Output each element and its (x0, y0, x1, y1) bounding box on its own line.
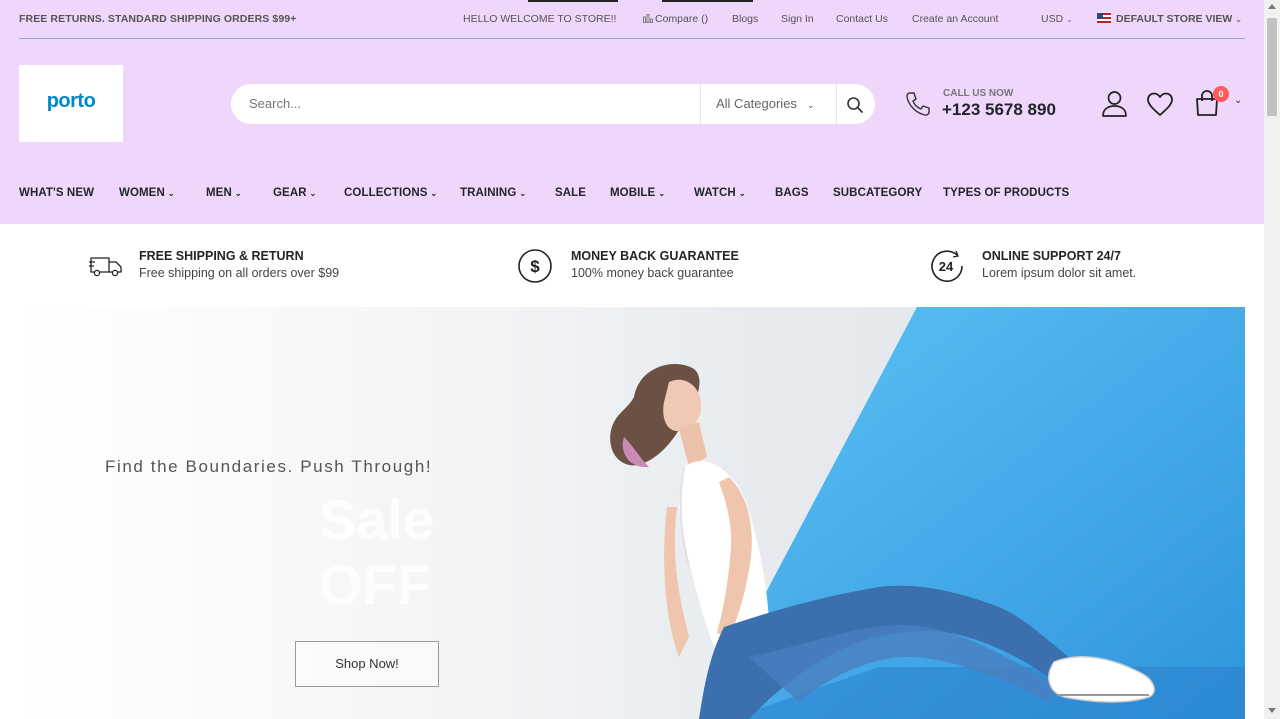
compare-icon (643, 14, 653, 23)
chevron-down-icon: ⌄ (738, 189, 746, 198)
us-flag-icon (1097, 13, 1111, 23)
top-bar: FREE RETURNS. STANDARD SHIPPING ORDERS $… (19, 0, 1245, 39)
nav-label: MOBILE (610, 187, 656, 199)
divider (700, 84, 701, 124)
info-strip: FREE SHIPPING & RETURN Free shipping on … (0, 224, 1264, 307)
nav-label: WHAT'S NEW (19, 187, 95, 199)
compare-label: Compare () (655, 13, 709, 25)
info-title: ONLINE SUPPORT 24/7 (982, 249, 1121, 263)
top-accent-bar (662, 0, 753, 2)
nav-item-sale[interactable]: SALE (555, 187, 586, 199)
nav-label: COLLECTIONS (344, 187, 428, 199)
chevron-down-icon: ⌄ (234, 189, 242, 198)
divider (836, 84, 837, 124)
nav-label: WOMEN (119, 187, 165, 199)
search-input[interactable] (249, 96, 669, 111)
user-icon[interactable] (1101, 90, 1128, 117)
chevron-down-icon: ⌄ (167, 189, 175, 198)
chevron-down-icon: ⌄ (658, 189, 666, 198)
info-title: MONEY BACK GUARANTEE (571, 249, 739, 263)
hero-model-image (610, 364, 1155, 719)
chevron-down-icon: ⌄ (806, 100, 815, 110)
blogs-link[interactable]: Blogs (732, 13, 758, 25)
hero-ghost-text: Sale (319, 488, 435, 551)
top-accent-bar (528, 0, 618, 2)
nav-item-watch[interactable]: WATCH ⌄ (694, 187, 746, 199)
nav-item-women[interactable]: WOMEN ⌄ (119, 187, 175, 199)
support-24-icon: 24 (931, 250, 963, 282)
shop-now-button[interactable]: Shop Now! (295, 641, 439, 687)
truck-icon (89, 257, 122, 277)
store-view-label: DEFAULT STORE VIEW (1116, 13, 1233, 25)
chevron-down-icon[interactable]: ⌄ (1234, 95, 1242, 106)
info-desc: Lorem ipsum dolor sit amet. (982, 266, 1137, 280)
heart-icon[interactable] (1146, 91, 1174, 117)
nav-item-training[interactable]: TRAINING ⌄ (460, 187, 526, 199)
scrollbar[interactable] (1264, 0, 1280, 719)
phone-icon (906, 92, 930, 116)
hero-ghost-text: OFF (319, 553, 431, 616)
create-account-link[interactable]: Create an Account (912, 13, 998, 25)
currency-label: USD (1041, 13, 1064, 25)
hero-banner: Find the Boundaries. Push Through! Sale … (19, 307, 1245, 719)
info-title: FREE SHIPPING & RETURN (139, 249, 304, 263)
nav-label: WATCH (694, 187, 736, 199)
welcome-text: HELLO WELCOME TO STORE!! (463, 13, 617, 25)
nav-item-types-of-products[interactable]: TYPES OF PRODUCTS (943, 187, 1069, 199)
nav-label: GEAR (273, 187, 307, 199)
nav-label: MEN (206, 187, 232, 199)
chevron-down-icon: ⌄ (1235, 15, 1242, 24)
info-desc: Free shipping on all orders over $99 (139, 266, 340, 280)
scroll-down-arrow-icon[interactable] (1268, 708, 1276, 713)
nav-label: BAGS (775, 187, 809, 199)
category-select[interactable]: All Categories ⌄ (716, 96, 814, 111)
cart-count-badge: 0 (1213, 86, 1229, 102)
currency-switcher[interactable]: USD ⌄ (1041, 13, 1073, 25)
scroll-up-arrow-icon[interactable] (1268, 4, 1276, 9)
chevron-down-icon: ⌄ (309, 189, 317, 198)
nav-item-bags[interactable]: BAGS (775, 187, 809, 199)
nav-item-whats-new[interactable]: WHAT'S NEW (19, 187, 94, 199)
svg-text:$: $ (530, 257, 540, 276)
nav-item-subcategory[interactable]: SUBCATEGORY (833, 187, 922, 199)
compare-link[interactable]: Compare () (643, 13, 708, 25)
dollar-icon: $ (518, 249, 552, 283)
nav-label: TRAINING (460, 187, 517, 199)
scroll-thumb[interactable] (1267, 18, 1277, 116)
contact-link[interactable]: Contact Us (836, 13, 888, 25)
nav-item-men[interactable]: MEN ⌄ (206, 187, 242, 199)
svg-text:24: 24 (939, 259, 954, 274)
logo[interactable]: porto (19, 65, 123, 142)
nav-label: SUBCATEGORY (833, 187, 923, 199)
search-bar: All Categories ⌄ (231, 84, 875, 124)
nav-label: TYPES OF PRODUCTS (943, 187, 1070, 199)
chevron-down-icon: ⌄ (430, 189, 438, 198)
nav-item-collections[interactable]: COLLECTIONS ⌄ (344, 187, 437, 199)
search-icon[interactable] (845, 95, 865, 115)
sign-in-link[interactable]: Sign In (781, 13, 814, 25)
call-number[interactable]: +123 5678 890 (942, 100, 1056, 120)
chevron-down-icon: ⌄ (519, 189, 527, 198)
store-view-switcher[interactable]: DEFAULT STORE VIEW ⌄ (1097, 13, 1242, 25)
promo-text: FREE RETURNS. STANDARD SHIPPING ORDERS $… (19, 13, 297, 25)
call-label: CALL US NOW (943, 88, 1014, 99)
logo-text: porto (46, 90, 96, 112)
category-label: All Categories (716, 96, 797, 111)
hero-subtitle: Find the Boundaries. Push Through! (105, 457, 433, 476)
chevron-down-icon: ⌄ (1066, 15, 1073, 24)
header: FREE RETURNS. STANDARD SHIPPING ORDERS $… (0, 0, 1264, 224)
nav-label: SALE (555, 187, 587, 199)
info-desc: 100% money back guarantee (571, 266, 734, 280)
nav-item-gear[interactable]: GEAR ⌄ (273, 187, 316, 199)
nav-item-mobile[interactable]: MOBILE ⌄ (610, 187, 665, 199)
